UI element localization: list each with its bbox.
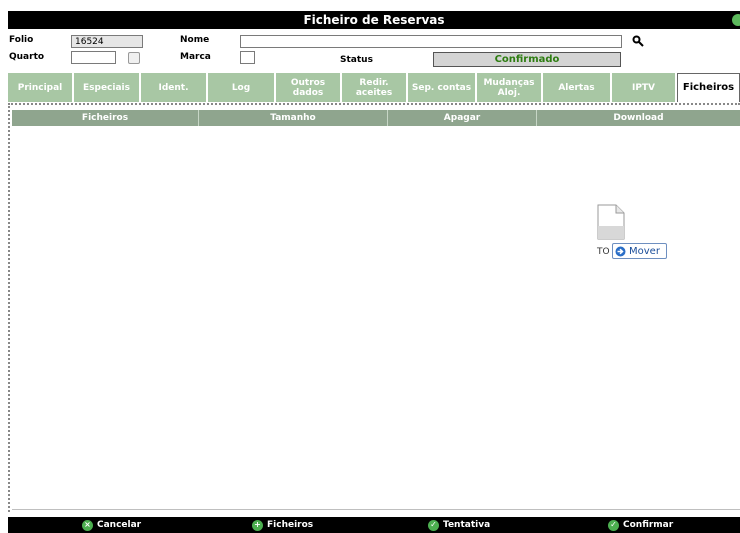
status-label: Status (340, 55, 373, 65)
tab-principal[interactable]: Principal (8, 73, 72, 102)
tab-sep-contas[interactable]: Sep. contas (408, 73, 475, 102)
column-download[interactable]: Download (537, 110, 740, 126)
add-icon: + (252, 519, 263, 531)
check-icon: ✓ (608, 519, 619, 531)
folio-label: Folio (9, 35, 34, 45)
nome-label: Nome (180, 35, 210, 45)
tab-redir-aceites[interactable]: Redir. aceites (342, 73, 406, 102)
folio-field[interactable]: 16524 (71, 35, 143, 48)
quarto-checkbox[interactable] (128, 52, 140, 64)
window-title-bar: Ficheiro de Reservas (8, 11, 740, 29)
mover-button[interactable]: Mover (612, 243, 667, 259)
tab-especiais[interactable]: Especiais (74, 73, 139, 102)
cancel-label: Cancelar (97, 520, 142, 530)
status-value: Confirmado (433, 52, 621, 67)
help-icon[interactable] (732, 14, 740, 26)
file-name-label: TO (597, 247, 610, 257)
search-icon[interactable] (632, 35, 644, 47)
tentativa-button[interactable]: ✓ Tentativa (428, 517, 490, 533)
quarto-label: Quarto (9, 52, 45, 62)
tab-ficheiros[interactable]: Ficheiros (677, 73, 740, 102)
cancel-button[interactable]: × Cancelar (82, 517, 141, 533)
arrow-right-icon (615, 246, 626, 256)
cancel-icon: × (82, 519, 93, 531)
add-file-label: Ficheiros (267, 520, 314, 530)
column-tamanho[interactable]: Tamanho (199, 110, 388, 126)
tab-outros-dados[interactable]: Outros dados (276, 73, 340, 102)
document-icon[interactable] (596, 204, 626, 240)
column-ficheiros[interactable]: Ficheiros (12, 110, 199, 126)
quarto-field[interactable] (71, 51, 116, 64)
tab-ident[interactable]: Ident. (141, 73, 206, 102)
tab-iptv[interactable]: IPTV (612, 73, 675, 102)
tab-mudancas-aloj[interactable]: Mudanças Aloj. (477, 73, 541, 102)
column-apagar[interactable]: Apagar (388, 110, 537, 126)
window-title: Ficheiro de Reservas (303, 13, 445, 27)
content-bottom-border (12, 509, 740, 510)
confirm-button[interactable]: ✓ Confirmar (608, 517, 673, 533)
confirm-label: Confirmar (623, 520, 674, 530)
content-area (8, 106, 740, 512)
tab-alertas[interactable]: Alertas (543, 73, 610, 102)
tentativa-label: Tentativa (443, 520, 491, 530)
marca-checkbox[interactable] (240, 51, 255, 64)
mover-label: Mover (629, 245, 660, 257)
check-icon: ✓ (428, 519, 439, 531)
tab-bar: Principal Especiais Ident. Log Outros da… (8, 73, 740, 102)
add-file-button[interactable]: + Ficheiros (252, 517, 313, 533)
tab-log[interactable]: Log (208, 73, 274, 102)
nome-field[interactable] (240, 35, 622, 48)
footer-bar: × Cancelar + Ficheiros ✓ Tentativa ✓ Con… (8, 517, 740, 533)
marca-label: Marca (180, 52, 211, 62)
files-table-header: Ficheiros Tamanho Apagar Download (12, 110, 740, 126)
